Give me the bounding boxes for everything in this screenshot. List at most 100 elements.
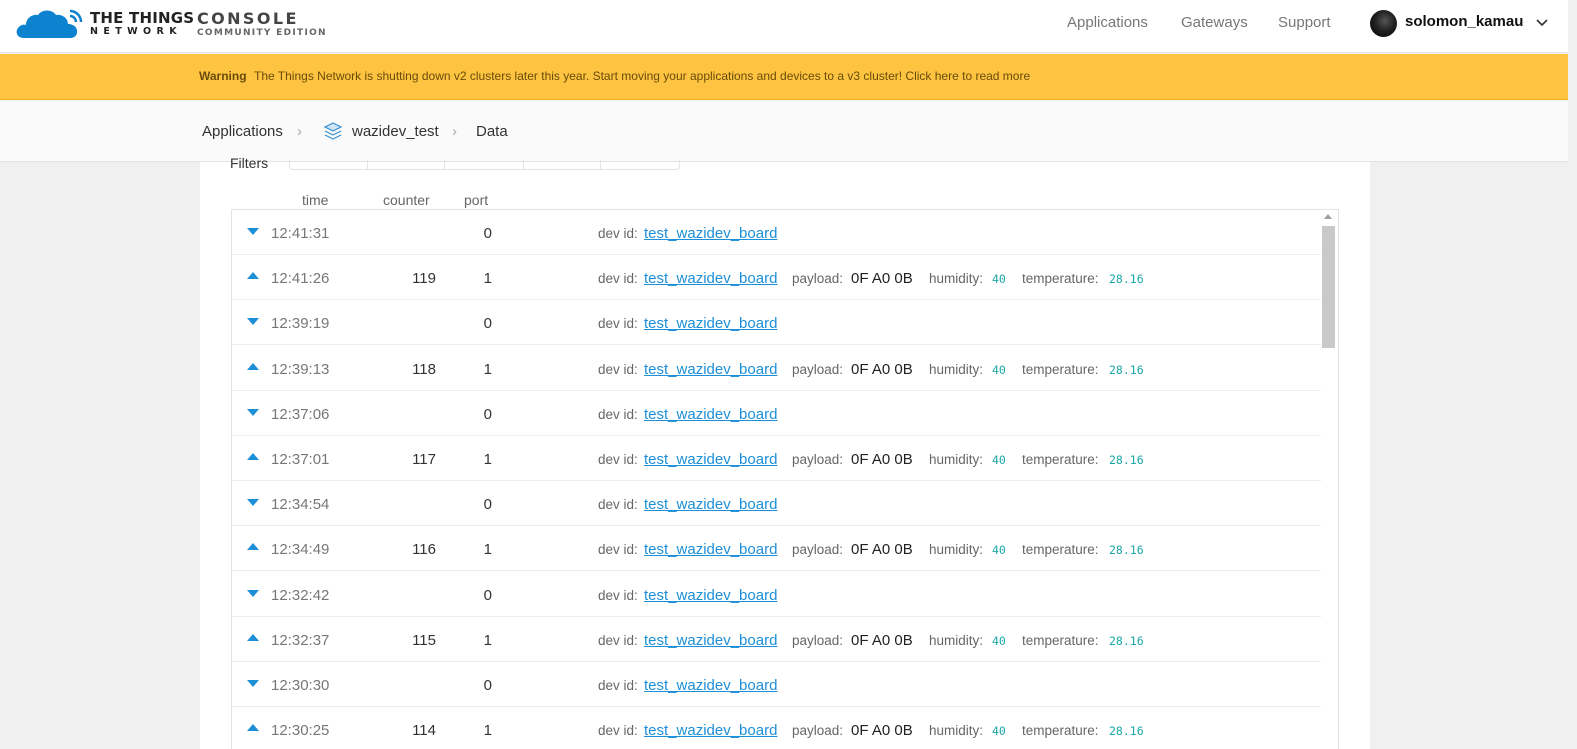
nav-gateways[interactable]: Gateways — [1181, 14, 1248, 31]
uplink-arrow-icon[interactable] — [247, 634, 259, 641]
breadcrumb-applications[interactable]: Applications — [202, 123, 283, 140]
payload-value: 0F A0 0B — [851, 270, 913, 287]
row-time: 12:30:30 — [271, 677, 330, 694]
temperature-label: temperature: — [1022, 362, 1099, 377]
row-port: 1 — [483, 451, 492, 468]
column-header-port: port — [464, 192, 489, 208]
uplink-arrow-icon[interactable] — [247, 272, 259, 279]
application-stack-icon — [323, 122, 343, 140]
dev-id-link[interactable]: test_wazidev_board — [644, 587, 777, 604]
row-time: 12:39:19 — [271, 315, 330, 332]
temperature-label: temperature: — [1022, 723, 1099, 738]
row-port: 1 — [483, 722, 492, 739]
ttn-cloud-logo-icon[interactable] — [14, 6, 84, 40]
top-bar: THE THINGS NETWORK CONSOLE COMMUNITY EDI… — [0, 0, 1568, 53]
payload-value: 0F A0 0B — [851, 451, 913, 468]
dev-id-link[interactable]: test_wazidev_board — [644, 225, 777, 242]
downlink-arrow-icon[interactable] — [247, 680, 259, 687]
filter-tabs[interactable] — [289, 160, 680, 170]
row-time: 12:32:37 — [271, 632, 330, 649]
humidity-value: 40 — [992, 543, 1006, 557]
breadcrumb-current: Data — [476, 123, 508, 140]
dev-id-link[interactable]: test_wazidev_board — [644, 496, 777, 513]
row-time: 12:30:25 — [271, 722, 330, 739]
downlink-arrow-icon[interactable] — [247, 228, 259, 235]
table-row[interactable]: 12:41:31 0 dev id: test_wazidev_board — [232, 210, 1322, 255]
row-counter: 115 — [412, 632, 436, 649]
downlink-arrow-icon[interactable] — [247, 409, 259, 416]
table-row[interactable]: 12:34:49 116 1 dev id: test_wazidev_board pay… — [232, 526, 1322, 571]
brand-line1: THE THINGS — [90, 9, 195, 27]
username[interactable]: solomon_kamau — [1405, 13, 1523, 30]
dev-id-label: dev id: — [598, 588, 638, 603]
row-time: 12:41:31 — [271, 225, 330, 242]
temperature-label: temperature: — [1022, 452, 1099, 467]
console-title: CONSOLE COMMUNITY EDITION — [197, 10, 327, 39]
scroll-up-arrow-icon[interactable] — [1324, 214, 1332, 219]
humidity-value: 40 — [992, 634, 1006, 648]
warning-banner[interactable]: Warning The Things Network is shutting d… — [0, 54, 1568, 100]
uplink-arrow-icon[interactable] — [247, 453, 259, 460]
dev-id-link[interactable]: test_wazidev_board — [644, 632, 777, 649]
row-port: 0 — [483, 587, 492, 604]
humidity-label: humidity: — [929, 271, 984, 286]
table-row[interactable]: 12:32:37 115 1 dev id: test_wazidev_board pay… — [232, 617, 1322, 662]
row-time: 12:34:49 — [271, 541, 330, 558]
temperature-value: 28.16 — [1109, 453, 1144, 467]
downlink-arrow-icon[interactable] — [247, 590, 259, 597]
dev-id-link[interactable]: test_wazidev_board — [644, 677, 777, 694]
payload-value: 0F A0 0B — [851, 632, 913, 649]
row-time: 12:39:13 — [271, 361, 330, 378]
row-port: 1 — [483, 361, 492, 378]
table-row[interactable]: 12:41:26 119 1 dev id: test_wazidev_board pay… — [232, 255, 1322, 300]
column-header-time: time — [302, 192, 329, 208]
dev-id-label: dev id: — [598, 497, 638, 512]
dev-id-label: dev id: — [598, 362, 638, 377]
humidity-value: 40 — [992, 724, 1006, 738]
table-row[interactable]: 12:37:01 117 1 dev id: test_wazidev_board pay… — [232, 436, 1322, 481]
nav-support[interactable]: Support — [1278, 14, 1331, 31]
scrollbar-thumb[interactable] — [1322, 226, 1335, 348]
table-row[interactable]: 12:39:13 118 1 dev id: test_wazidev_board pay… — [232, 346, 1322, 391]
payload-value: 0F A0 0B — [851, 722, 913, 739]
row-time: 12:37:01 — [271, 451, 330, 468]
downlink-arrow-icon[interactable] — [247, 318, 259, 325]
console-edition: COMMUNITY EDITION — [197, 28, 327, 38]
chevron-down-icon[interactable] — [1535, 15, 1549, 29]
dev-id-link[interactable]: test_wazidev_board — [644, 406, 777, 423]
table-row[interactable]: 12:30:30 0 dev id: test_wazidev_board — [232, 662, 1322, 707]
table-row[interactable]: 12:30:25 114 1 dev id: test_wazidev_board pay… — [232, 707, 1322, 749]
brand-name[interactable]: THE THINGS NETWORK — [90, 10, 194, 38]
humidity-value: 40 — [992, 363, 1006, 377]
warning-message[interactable]: The Things Network is shutting down v2 c… — [254, 69, 1030, 83]
table-row[interactable]: 12:34:54 0 dev id: test_wazidev_board — [232, 481, 1322, 526]
row-time: 12:37:06 — [271, 406, 330, 423]
dev-id-link[interactable]: test_wazidev_board — [644, 722, 777, 739]
dev-id-link[interactable]: test_wazidev_board — [644, 451, 777, 468]
dev-id-link[interactable]: test_wazidev_board — [644, 361, 777, 378]
table-row[interactable]: 12:32:42 0 dev id: test_wazidev_board — [232, 572, 1322, 617]
dev-id-link[interactable]: test_wazidev_board — [644, 270, 777, 287]
uplink-arrow-icon[interactable] — [247, 363, 259, 370]
row-time: 12:32:42 — [271, 587, 330, 604]
avatar[interactable] — [1370, 10, 1397, 37]
breadcrumb-app-name[interactable]: wazidev_test — [352, 123, 439, 140]
dev-id-label: dev id: — [598, 723, 638, 738]
row-port: 1 — [483, 541, 492, 558]
uplink-arrow-icon[interactable] — [247, 543, 259, 550]
downlink-arrow-icon[interactable] — [247, 499, 259, 506]
table-row[interactable]: 12:37:06 0 dev id: test_wazidev_board — [232, 391, 1322, 436]
nav-applications[interactable]: Applications — [1067, 14, 1148, 31]
row-counter: 117 — [412, 451, 436, 468]
dev-id-link[interactable]: test_wazidev_board — [644, 315, 777, 332]
temperature-value: 28.16 — [1109, 543, 1144, 557]
payload-value: 0F A0 0B — [851, 361, 913, 378]
uplink-arrow-icon[interactable] — [247, 724, 259, 731]
dev-id-label: dev id: — [598, 452, 638, 467]
temperature-label: temperature: — [1022, 271, 1099, 286]
dev-id-link[interactable]: test_wazidev_board — [644, 541, 777, 558]
table-row[interactable]: 12:39:19 0 dev id: test_wazidev_board — [232, 300, 1322, 345]
breadcrumb-chevron-icon: › — [297, 123, 302, 140]
row-counter: 114 — [412, 722, 436, 739]
payload-label: payload: — [792, 271, 844, 286]
